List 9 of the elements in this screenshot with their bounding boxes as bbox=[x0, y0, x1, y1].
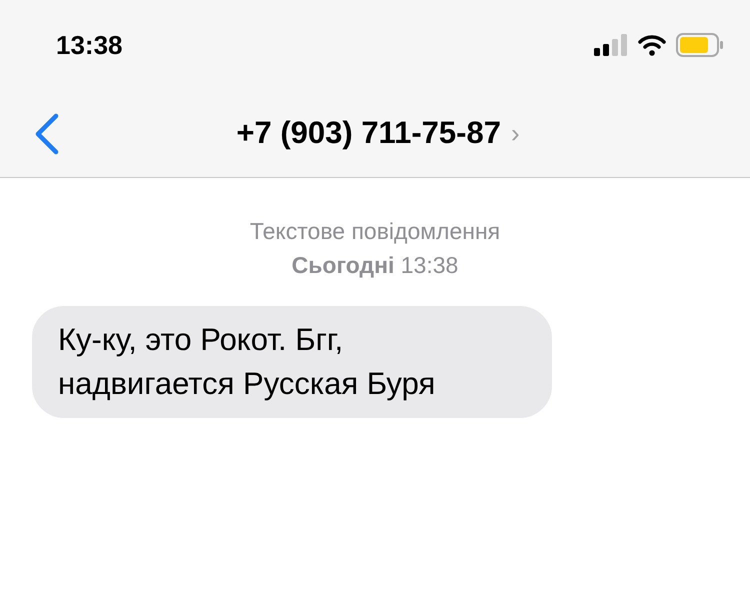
timestamp-label: Сьогодні 13:38 bbox=[292, 251, 458, 280]
back-icon[interactable] bbox=[34, 112, 60, 154]
contact-title[interactable]: +7 (903) 711-75-87 bbox=[236, 110, 501, 157]
message-bubble: Ку-ку, это Рокот. Бгг, надвигается Русская Буря bbox=[32, 306, 552, 418]
battery-icon bbox=[676, 33, 724, 57]
wifi-icon bbox=[638, 34, 666, 56]
signal-icon bbox=[594, 34, 628, 56]
status-time: 13:38 bbox=[56, 28, 122, 62]
message-type-label: Текстове повідомлення bbox=[250, 217, 500, 246]
